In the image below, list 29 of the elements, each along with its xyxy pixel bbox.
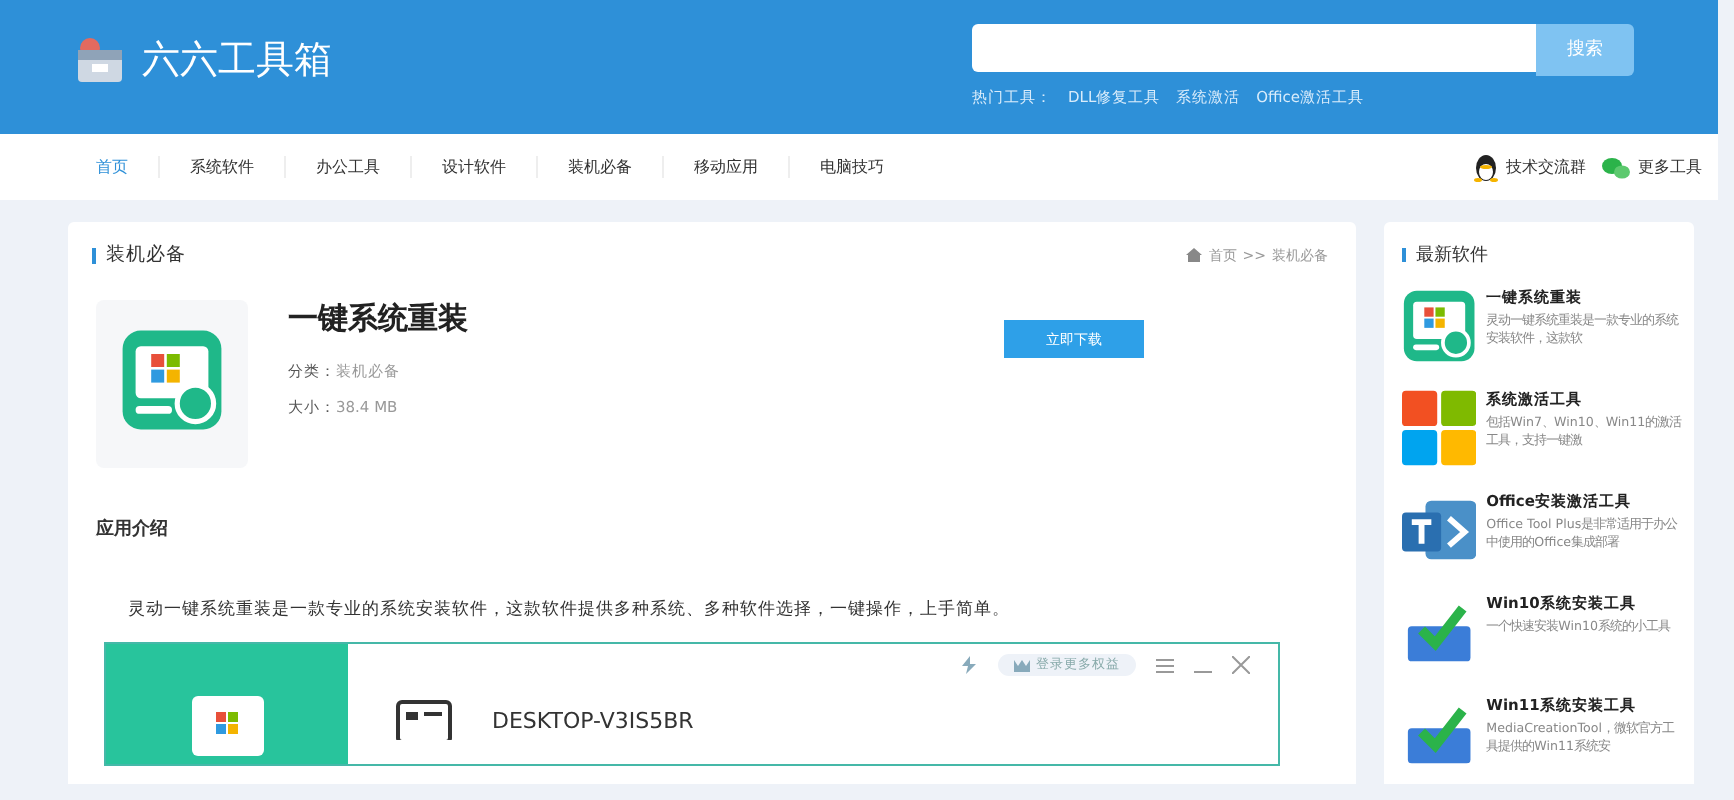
computer-name: DESKTOP-V3IS5BR — [492, 707, 694, 733]
crown-icon — [1014, 659, 1030, 671]
sidebar-title: 最新软件 — [1416, 243, 1488, 268]
lightning-icon — [960, 656, 978, 674]
app-icon — [120, 328, 224, 432]
header-link[interactable]: 更多工具 — [1638, 156, 1702, 178]
nav-tab[interactable]: 首页 — [80, 156, 158, 178]
close-icon[interactable] — [1232, 656, 1250, 674]
intro-text: 灵动一键系统重装是一款专业的系统安装软件，这款软件提供多种系统、多种软件选择，一键操作，上手简单。 — [126, 597, 1012, 622]
nav-tab[interactable]: 系统软件 — [158, 156, 284, 178]
section-title: 装机必备 — [106, 242, 186, 268]
header-link[interactable]: 技术交流群 — [1506, 156, 1586, 178]
toolbox-icon — [74, 35, 126, 83]
menu-icon[interactable] — [1156, 657, 1174, 673]
chat-icon — [1602, 155, 1630, 179]
app-icon — [1402, 288, 1477, 364]
home-icon — [1186, 248, 1203, 262]
nav-tab[interactable]: 办公工具 — [284, 156, 410, 178]
search-field[interactable] — [972, 23, 1536, 71]
intro-heading: 应用介绍 — [94, 516, 170, 542]
nav-tab[interactable]: 电脑技巧 — [788, 156, 914, 178]
nav-tab[interactable]: 设计软件 — [410, 156, 536, 178]
computer-icon — [396, 700, 452, 740]
penguin-icon — [1474, 153, 1498, 181]
app-title: 一键系统重装 — [288, 300, 470, 338]
windows-logo-icon — [1402, 390, 1477, 466]
nav-tab[interactable]: 装机必备 — [536, 156, 662, 178]
app-icon — [191, 696, 263, 756]
nav-tab[interactable]: 移动应用 — [662, 156, 788, 178]
